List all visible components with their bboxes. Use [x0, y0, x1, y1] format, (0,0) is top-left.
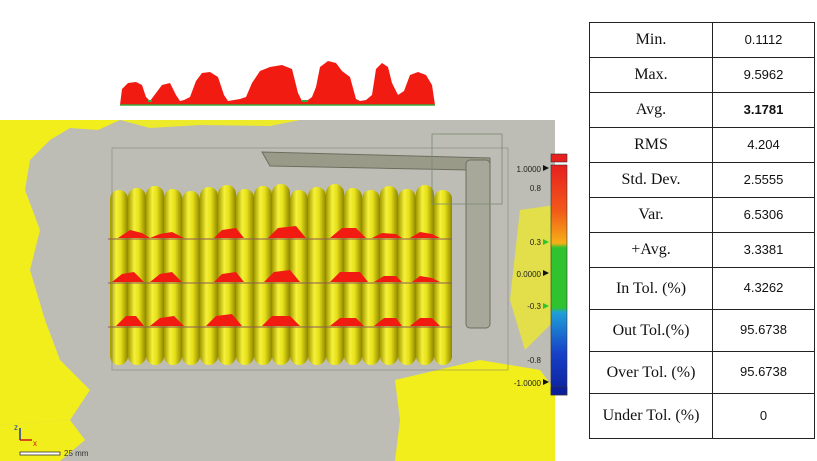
stat-label: +Avg.	[589, 232, 713, 268]
stat-row: Out Tol.(%) 95.6738	[589, 309, 815, 352]
stat-row: +Avg. 3.3381	[589, 232, 815, 268]
colorbar-tick-label: 1.0000	[517, 165, 542, 174]
scan-surface-bottom	[395, 360, 555, 461]
stat-label: RMS	[589, 127, 713, 163]
stat-value: 9.5962	[712, 57, 815, 93]
axis-z-label: z	[14, 423, 18, 432]
axis-x-label: x	[33, 439, 37, 448]
stat-value: 4.3262	[712, 267, 815, 310]
colorbar-tick-label: 0.8	[530, 184, 542, 193]
3d-deviation-scan-view: 1.0000 0.8 0.3 0.0000 -0.3 -0.8 -1.0000 …	[0, 120, 568, 461]
stat-label: Over Tol. (%)	[589, 351, 713, 394]
deviation-profile-plot	[120, 61, 435, 106]
colorbar-tick-label: 0.0000	[517, 270, 542, 279]
scale-bar	[19, 451, 61, 456]
stat-label: Under Tol. (%)	[589, 393, 713, 439]
stat-row: Min. 0.1112	[589, 22, 815, 58]
stat-value: 4.204	[712, 127, 815, 163]
stat-label: Max.	[589, 57, 713, 93]
stat-label: In Tol. (%)	[589, 267, 713, 310]
stat-label: Var.	[589, 197, 713, 233]
scale-bar-label: 25 mm	[64, 449, 89, 458]
stat-label: Std. Dev.	[589, 162, 713, 198]
colorbar-max-swatch	[550, 153, 568, 163]
stat-row: Var. 6.5306	[589, 197, 815, 233]
stat-value: 95.6738	[712, 309, 815, 352]
profile-red-fill	[120, 61, 435, 105]
stat-row: Over Tol. (%) 95.6738	[589, 351, 815, 394]
stat-value: 0	[712, 393, 815, 439]
stat-row: Avg. 3.1781	[589, 92, 815, 128]
stat-label: Avg.	[589, 92, 713, 128]
stat-label: Min.	[589, 22, 713, 58]
colorbar-min-swatch	[550, 386, 568, 396]
stat-value: 0.1112	[712, 22, 815, 58]
stat-value: 6.5306	[712, 197, 815, 233]
statistics-table: Min. 0.1112 Max. 9.5962 Avg. 3.1781 RMS 4.20…	[589, 22, 815, 439]
colorbar-tick-label: 0.3	[530, 238, 542, 247]
stat-row: In Tol. (%) 4.3262	[589, 267, 815, 310]
stat-value: 95.6738	[712, 351, 815, 394]
stat-row: Max. 9.5962	[589, 57, 815, 93]
stat-row: Under Tol. (%) 0	[589, 393, 815, 439]
colorbar-tick-label: -0.8	[527, 356, 541, 365]
stat-value: 2.5555	[712, 162, 815, 198]
stat-label: Out Tol.(%)	[589, 309, 713, 352]
colorbar	[550, 164, 568, 396]
stat-row: Std. Dev. 2.5555	[589, 162, 815, 198]
stat-value: 3.1781	[712, 92, 815, 128]
vertical-post	[465, 159, 491, 329]
colorbar-tick-label: -0.3	[527, 302, 541, 311]
colorbar-tick-label: -1.0000	[514, 379, 542, 388]
stat-value: 3.3381	[712, 232, 815, 268]
stat-row: RMS 4.204	[589, 127, 815, 163]
